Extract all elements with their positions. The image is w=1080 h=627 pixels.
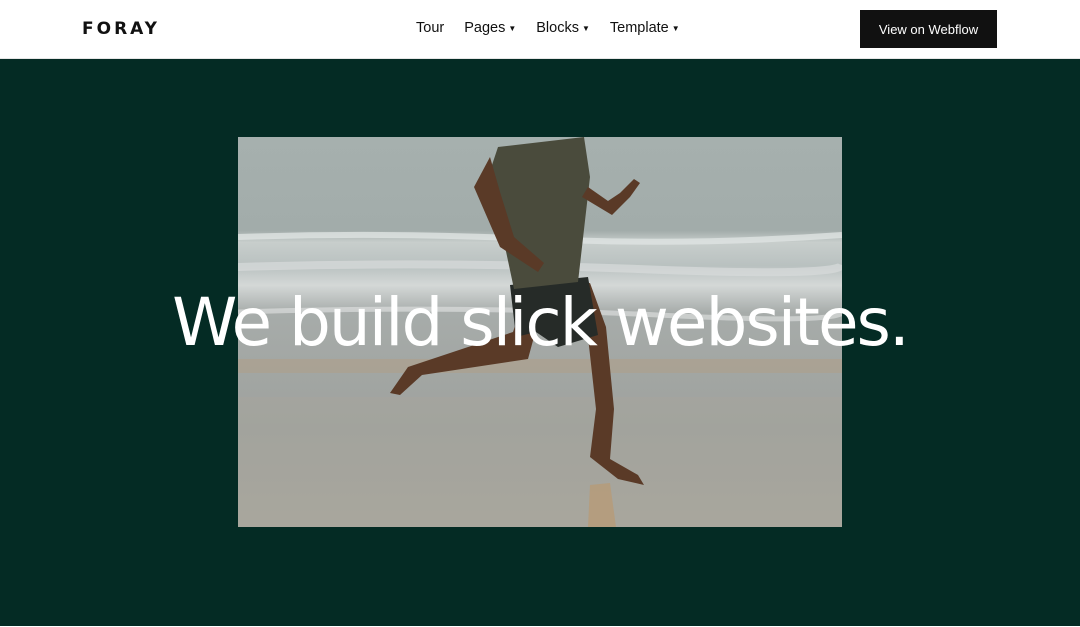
brand-logo[interactable]: FORAY (82, 19, 160, 39)
nav-item-label: Blocks (536, 20, 579, 36)
nav-item-pages[interactable]: Pages ▼ (464, 20, 516, 36)
hero-section: We build slick websites. (0, 59, 1080, 626)
caret-down-icon: ▼ (508, 24, 517, 33)
nav-item-label: Tour (416, 20, 445, 36)
nav-item-blocks[interactable]: Blocks ▼ (536, 20, 590, 36)
hero-headline: We build slick websites. (172, 284, 910, 361)
view-on-webflow-button[interactable]: View on Webflow (860, 10, 997, 48)
nav-item-tour[interactable]: Tour (416, 20, 444, 36)
caret-down-icon: ▼ (671, 24, 680, 33)
nav-item-label: Pages (464, 20, 506, 36)
navbar: FORAY Tour Pages ▼ Blocks ▼ Template ▼ V… (0, 0, 1080, 59)
caret-down-icon: ▼ (581, 24, 590, 33)
nav-item-label: Template (609, 20, 669, 36)
nav-item-template[interactable]: Template ▼ (610, 20, 680, 36)
nav-links: Tour Pages ▼ Blocks ▼ Template ▼ (416, 20, 700, 36)
